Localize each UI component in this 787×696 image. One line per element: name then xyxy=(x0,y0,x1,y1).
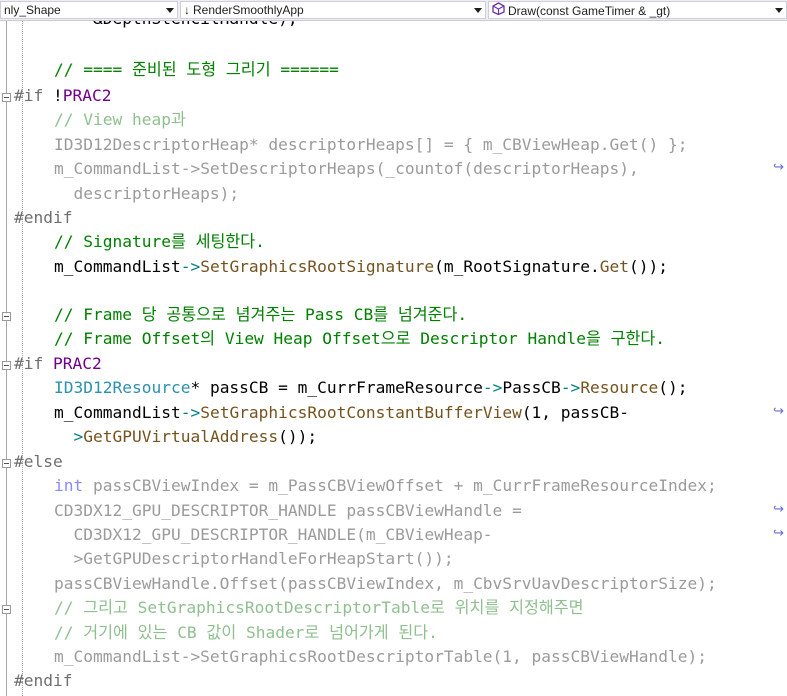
code-line[interactable]: m_CommandList->SetGraphicsRootDescriptor… xyxy=(54,645,707,670)
word-wrap-icon: ↪ xyxy=(773,160,784,175)
type-name: ID3D12DescriptorHeap xyxy=(54,135,249,154)
code-line[interactable]: // Frame 당 공통으로 념겨주는 Pass CB를 넘겨준다. xyxy=(54,303,467,328)
comment: // 거기에 있는 CB 값이 Shader로 넘어가게 된다. xyxy=(54,623,438,642)
navigation-bar: nly_Shape ↓ RenderSmoothlyApp Draw(const … xyxy=(0,0,787,21)
word-wrap-icon: ↪ xyxy=(773,502,784,517)
collapse-toggle[interactable] xyxy=(2,361,11,370)
code-line[interactable]: #endif xyxy=(14,206,72,231)
outline-line xyxy=(6,21,7,696)
code-line[interactable]: int passCBViewIndex = m_PassCBViewOffset… xyxy=(54,474,717,499)
collapse-toggle[interactable] xyxy=(2,312,11,321)
code-line[interactable]: m_CommandList->SetGraphicsRootSignature(… xyxy=(54,255,668,280)
cube-method-icon xyxy=(492,2,505,18)
operator: ! xyxy=(52,86,63,105)
function-name: SetGraphicsRootSignature xyxy=(200,257,435,276)
collapse-toggle[interactable] xyxy=(2,605,11,614)
code-line[interactable]: // 거기에 있는 CB 값이 Shader로 넘어가게 된다. xyxy=(54,621,438,646)
code-line[interactable]: m_CommandList->SetGraphicsRootConstantBu… xyxy=(54,401,629,426)
code-line[interactable]: // 그리고 SetGraphicsRootDescriptorTable로 위… xyxy=(54,596,584,621)
code-line[interactable]: descriptorHeaps); xyxy=(54,182,239,207)
code-line[interactable]: &DepthStencilHandle); xyxy=(54,21,298,32)
chevron-down-icon xyxy=(166,8,174,13)
member-dropdown[interactable]: Draw(const GameTimer & _gt) xyxy=(488,1,787,19)
code-line[interactable]: #endif xyxy=(14,669,72,694)
type-name: ID3D12Resource xyxy=(54,378,191,397)
code-line[interactable]: ID3D12Resource* passCB = m_CurrFrameReso… xyxy=(54,376,688,401)
function-name: SetGraphicsRootConstantBufferView xyxy=(200,403,522,422)
code-line[interactable]: // Frame Offset의 View Heap Offset으로 Desc… xyxy=(54,327,665,352)
collapse-toggle[interactable] xyxy=(2,93,11,102)
project-dropdown-value: nly_Shape xyxy=(4,3,61,17)
code-line[interactable]: ID3D12DescriptorHeap* descriptorHeaps[] … xyxy=(54,133,687,158)
code-line[interactable]: m_CommandList->SetDescriptorHeaps(_count… xyxy=(54,157,639,182)
word-wrap-icon: ↪ xyxy=(773,526,784,541)
comment: // View heap과 xyxy=(54,110,186,129)
macro: PRAC2 xyxy=(62,86,112,105)
code-line[interactable]: >GetGPUVirtualAddress()); xyxy=(54,425,317,450)
member-dropdown-value: Draw(const GameTimer & _gt) xyxy=(508,4,671,18)
code-line[interactable]: passCBViewHandle.Offset(passCBViewIndex,… xyxy=(54,572,717,597)
code-editor[interactable]: &DepthStencilHandle); // ==== 준비된 도형 그리기… xyxy=(0,21,787,696)
preprocessor: #if xyxy=(14,86,53,105)
comment: // ==== 준비된 도형 그리기 ====== xyxy=(54,60,339,79)
chevron-down-icon xyxy=(474,8,482,13)
scope-dropdown-value: RenderSmoothlyApp xyxy=(193,3,304,17)
code-line[interactable]: CD3DX12_GPU_DESCRIPTOR_HANDLE(m_CBViewHe… xyxy=(54,523,492,548)
code-line[interactable]: // ==== 준비된 도형 그리기 ====== xyxy=(54,58,339,83)
arrow-down-icon: ↓ xyxy=(184,3,190,17)
comment: // 그리고 SetGraphicsRootDescriptorTable로 위… xyxy=(54,598,584,617)
preprocessor: #if xyxy=(14,354,53,373)
code-line[interactable]: >GetGPUDescriptorHandleForHeapStart()); xyxy=(54,547,453,572)
code-line[interactable]: #else xyxy=(14,450,63,475)
code-line[interactable]: #if !PRAC2 xyxy=(14,84,111,109)
code-line[interactable]: #if PRAC2 xyxy=(14,352,102,377)
macro: PRAC2 xyxy=(52,354,102,373)
scope-dropdown[interactable]: ↓ RenderSmoothlyApp xyxy=(180,1,486,19)
comment: // Signature를 세팅한다. xyxy=(54,232,265,251)
collapse-toggle[interactable] xyxy=(2,459,11,468)
word-wrap-icon: ↪ xyxy=(773,404,784,419)
project-dropdown[interactable]: nly_Shape xyxy=(0,1,178,19)
code-line[interactable]: CD3DX12_GPU_DESCRIPTOR_HANDLE passCBView… xyxy=(54,499,522,524)
keyword: int xyxy=(54,476,84,495)
chevron-down-icon xyxy=(775,8,783,13)
comment: // Frame Offset의 View Heap Offset으로 Desc… xyxy=(54,329,666,348)
code-line[interactable]: // View heap과 xyxy=(54,108,186,133)
code-line[interactable]: // Signature를 세팅한다. xyxy=(54,230,265,255)
comment: // Frame 당 공통으로 념겨주는 Pass CB를 넘겨준다. xyxy=(54,305,468,324)
